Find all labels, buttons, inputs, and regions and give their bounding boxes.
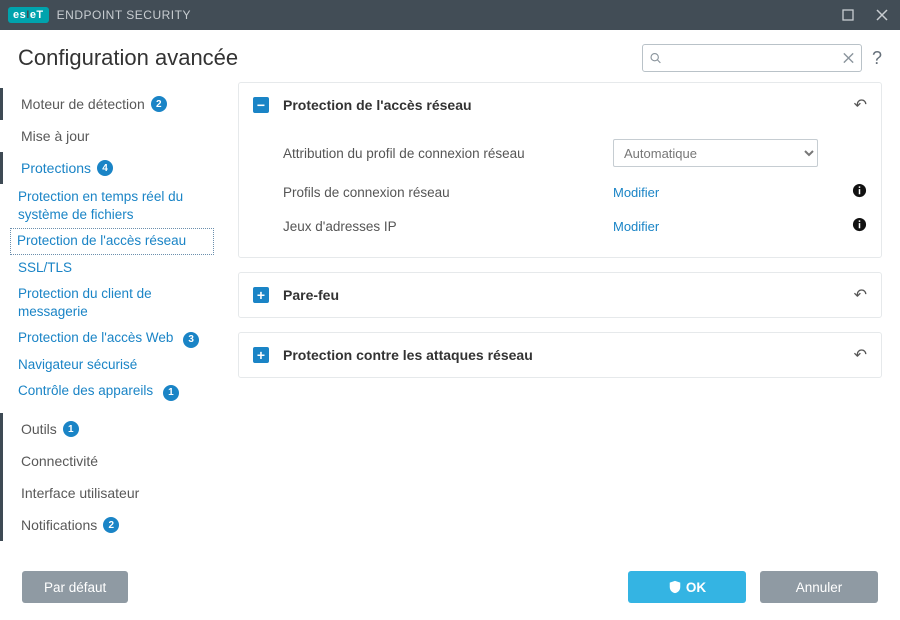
default-button[interactable]: Par défaut [22, 571, 128, 603]
sidebar-item-label: Notifications [21, 517, 97, 533]
undo-icon[interactable]: ↶ [854, 95, 867, 115]
titlebar: esIeT ENDPOINT SECURITY [0, 0, 900, 30]
collapse-icon: − [253, 97, 269, 113]
cancel-button[interactable]: Annuler [760, 571, 878, 603]
sidebar-item-label: Protection de l'accès Web [18, 330, 173, 345]
sidebar-sub-devices[interactable]: Contrôle des appareils 1 [0, 378, 222, 405]
sidebar-item-notifications[interactable]: Notifications 2 [0, 509, 222, 541]
sidebar-item-connectivity[interactable]: Connectivité [0, 445, 222, 477]
sidebar-sub-browser[interactable]: Navigateur sécurisé [0, 352, 222, 378]
sidebar-item-detection[interactable]: Moteur de détection 2 [0, 88, 222, 120]
expand-icon: + [253, 347, 269, 363]
shield-icon [668, 580, 682, 594]
profiles-edit-link[interactable]: Modifier [613, 185, 659, 200]
window-maximize-icon[interactable] [838, 5, 858, 25]
row-label: Profils de connexion réseau [283, 185, 613, 200]
search-icon [649, 51, 662, 65]
sidebar-item-ui[interactable]: Interface utilisateur [0, 477, 222, 509]
sidebar: Moteur de détection 2 Mise à jour Protec… [0, 82, 222, 570]
sidebar-item-label: Contrôle des appareils [18, 383, 153, 398]
sidebar-item-label: Outils [21, 421, 57, 437]
clear-search-icon[interactable] [842, 51, 855, 65]
badge: 2 [103, 517, 119, 533]
panel-firewall: + Pare-feu ↶ [238, 272, 882, 318]
row-label: Attribution du profil de connexion résea… [283, 146, 613, 161]
undo-icon[interactable]: ↶ [854, 285, 867, 305]
panel-title: Protection de l'accès réseau [283, 97, 472, 113]
product-name: ENDPOINT SECURITY [57, 8, 191, 22]
badge: 4 [97, 160, 113, 176]
sidebar-sub-realtime[interactable]: Protection en temps réel du système de f… [0, 184, 222, 228]
help-icon[interactable]: ? [872, 48, 882, 69]
panel-title: Protection contre les attaques réseau [283, 347, 533, 363]
undo-icon[interactable]: ↶ [854, 345, 867, 365]
content-area: − Protection de l'accès réseau ↶ Attribu… [222, 82, 882, 570]
search-box[interactable] [642, 44, 862, 72]
expand-icon: + [253, 287, 269, 303]
sidebar-item-label: Moteur de détection [21, 96, 145, 112]
search-input[interactable] [666, 51, 842, 66]
brand-logo: esIeT [8, 7, 49, 23]
badge: 1 [163, 385, 179, 401]
panel-network-access: − Protection de l'accès réseau ↶ Attribu… [238, 82, 882, 258]
sidebar-item-tools[interactable]: Outils 1 [0, 413, 222, 445]
badge: 3 [183, 332, 199, 348]
sidebar-item-label: Protections [21, 160, 91, 176]
info-icon[interactable] [852, 217, 867, 235]
sidebar-sub-network-access[interactable]: Protection de l'accès réseau [10, 228, 214, 254]
header: Configuration avancée ? [0, 30, 900, 82]
sidebar-item-protections[interactable]: Protections 4 [0, 152, 222, 184]
ok-button-label: OK [686, 580, 706, 595]
window-close-icon[interactable] [872, 5, 892, 25]
badge: 2 [151, 96, 167, 112]
panel-header-network-access[interactable]: − Protection de l'accès réseau ↶ [239, 83, 881, 127]
panel-header-firewall[interactable]: + Pare-feu ↶ [239, 273, 881, 317]
sidebar-item-label: Mise à jour [21, 128, 89, 144]
row-profile-assign: Attribution du profil de connexion résea… [283, 131, 867, 175]
sidebar-item-label: Interface utilisateur [21, 485, 139, 501]
sidebar-sub-ssl[interactable]: SSL/TLS [0, 255, 222, 281]
row-profiles: Profils de connexion réseau Modifier [283, 175, 867, 209]
footer: Par défaut OK Annuler [0, 554, 900, 620]
panel-title: Pare-feu [283, 287, 339, 303]
panel-header-network-attack[interactable]: + Protection contre les attaques réseau … [239, 333, 881, 377]
page-title: Configuration avancée [18, 45, 238, 71]
row-label: Jeux d'adresses IP [283, 219, 613, 234]
ok-button[interactable]: OK [628, 571, 746, 603]
badge: 1 [63, 421, 79, 437]
sidebar-sub-web[interactable]: Protection de l'accès Web 3 [0, 325, 222, 352]
sidebar-item-label: Connectivité [21, 453, 98, 469]
sidebar-item-update[interactable]: Mise à jour [0, 120, 222, 152]
sidebar-sub-mail[interactable]: Protection du client de messagerie [0, 281, 222, 325]
info-icon[interactable] [852, 183, 867, 201]
ipsets-edit-link[interactable]: Modifier [613, 219, 659, 234]
profile-assign-select[interactable]: Automatique [613, 139, 818, 167]
row-ip-sets: Jeux d'adresses IP Modifier [283, 209, 867, 243]
panel-network-attack: + Protection contre les attaques réseau … [238, 332, 882, 378]
